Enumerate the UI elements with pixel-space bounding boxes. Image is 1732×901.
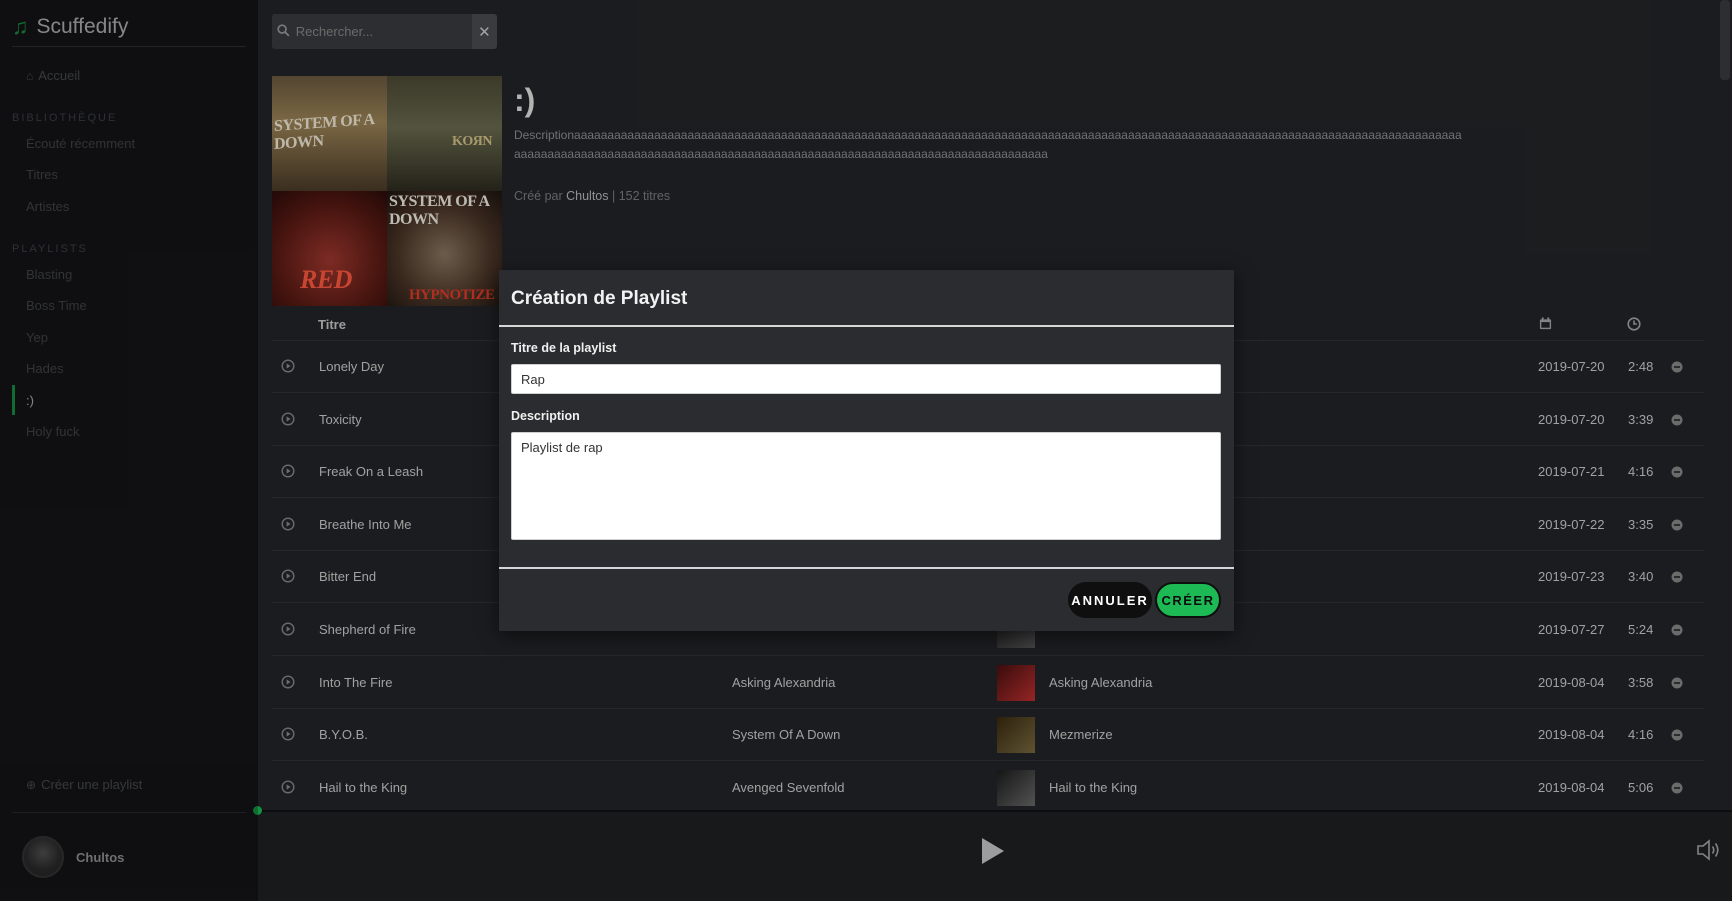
playlist-title-label: Titre de la playlist <box>511 341 617 355</box>
sidebar-backdrop <box>0 0 258 901</box>
create-playlist-dialog: Création de Playlist Titre de la playlis… <box>499 270 1234 631</box>
playlist-title-input[interactable] <box>511 364 1221 394</box>
description-label: Description <box>511 409 580 423</box>
create-button[interactable]: CRÉER <box>1155 582 1221 618</box>
description-textarea[interactable]: Playlist de rap <box>511 432 1221 540</box>
divider <box>499 325 1234 327</box>
divider <box>499 567 1234 569</box>
cancel-button[interactable]: ANNULER <box>1068 582 1152 618</box>
dialog-title: Création de Playlist <box>511 288 688 309</box>
